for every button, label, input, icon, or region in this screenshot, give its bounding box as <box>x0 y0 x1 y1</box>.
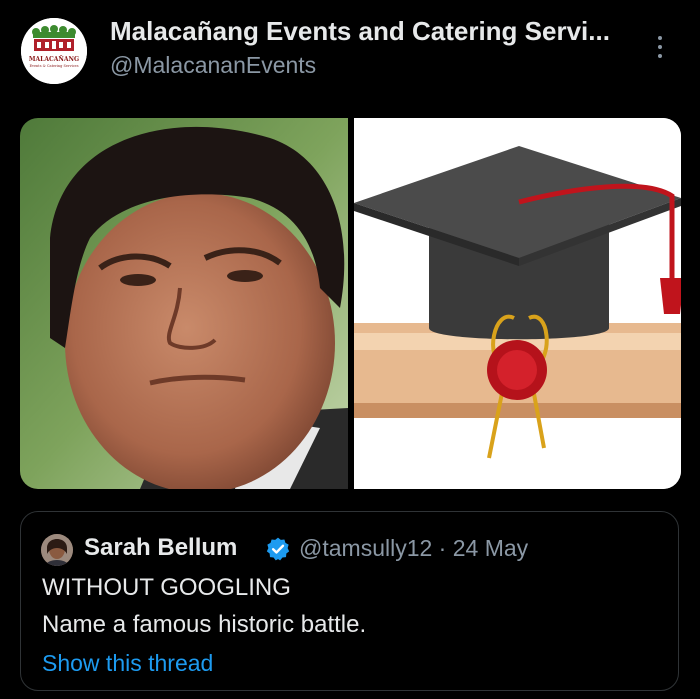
quoted-author-handle-date[interactable]: @tamsully12 · 24 May <box>299 535 528 562</box>
verified-badge-icon <box>266 537 290 561</box>
quoted-author-avatar-image <box>41 534 73 566</box>
account-avatar[interactable]: MALACAÑANG Events & Catering Services <box>21 18 87 84</box>
graduation-image[interactable] <box>354 118 681 489</box>
account-name[interactable]: Malacañang Events and Catering Servi... <box>110 16 610 47</box>
logo-text: MALACAÑANG <box>28 56 80 63</box>
quoted-tweet-card[interactable]: Sarah Bellum @tamsully12 · 24 May WITHOU… <box>20 511 679 691</box>
logo-subtext: Events & Catering Services <box>29 64 79 68</box>
more-vertical-icon[interactable] <box>655 36 665 62</box>
quoted-author-name[interactable]: Sarah Bellum <box>84 534 237 562</box>
show-thread-link[interactable]: Show this thread <box>42 650 213 677</box>
account-handle[interactable]: @MalacananEvents <box>110 52 316 79</box>
quoted-tweet-text-line2: Name a famous historic battle. <box>42 611 367 638</box>
portrait-image[interactable] <box>20 118 348 489</box>
media-grid <box>20 118 681 489</box>
malacanang-logo <box>21 18 87 84</box>
graduation-cap-illustration <box>354 118 681 489</box>
quoted-tweet-text-line1: WITHOUT GOOGLING <box>42 574 291 601</box>
portrait-illustration <box>20 118 348 489</box>
quoted-author-avatar[interactable] <box>41 534 73 566</box>
